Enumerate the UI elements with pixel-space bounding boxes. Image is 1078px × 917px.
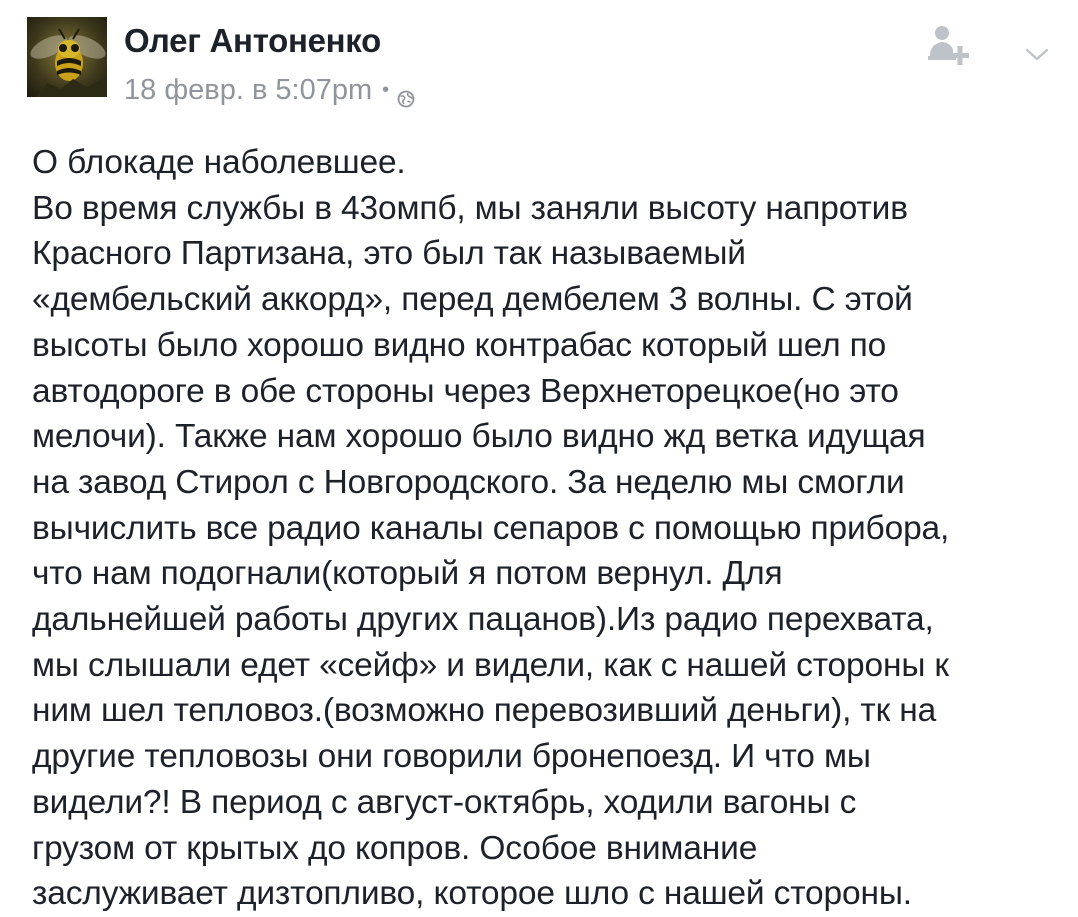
add-friend-button[interactable] — [922, 20, 974, 72]
post-text-line: ним шел тепловоз.(возможно перевозивший … — [32, 692, 937, 730]
post-text-line: Красного Партизана, это был так называем… — [32, 235, 746, 273]
add-friend-icon — [928, 26, 969, 65]
author-name[interactable]: Олег Антоненко — [124, 22, 381, 60]
author-avatar[interactable] — [27, 17, 107, 97]
post-header: Олег Антоненко 18 февр. в 5:07pm • — [0, 0, 1078, 118]
post-text-line: на завод Стирол с Новгородского. За неде… — [32, 463, 905, 501]
post-text-line: автодороге в обе стороны через Верхнетор… — [32, 372, 899, 410]
post-text-line: видели?! В период с август-октябрь, ходи… — [32, 783, 857, 821]
globe-icon[interactable] — [397, 83, 415, 107]
post-text-line: что нам подогнали(который я потом вернул… — [32, 555, 783, 593]
chevron-down-icon — [1025, 48, 1049, 61]
meta-separator: • — [382, 79, 390, 101]
post-text-line: мы слышали едет «сейф» и видели, как с н… — [32, 646, 949, 684]
post-text-line: грузом от крытых до копров. Особое внима… — [32, 829, 758, 867]
post-timestamp[interactable]: 18 февр. в 5:07pm — [124, 74, 372, 107]
post-text-line: «дембельский аккорд», перед дембелем 3 в… — [32, 281, 913, 319]
post-text-line: высоты было хорошо видно контрабас котор… — [32, 326, 887, 364]
post-text-line: Во время службы в 43омпб, мы заняли высо… — [32, 189, 908, 227]
post-meta: 18 февр. в 5:07pm • — [124, 74, 415, 107]
post-text-line: О блокаде наболевшее. — [32, 144, 406, 181]
post-text-line: дальнейшей работы других пацанов).Из рад… — [32, 601, 934, 639]
post-text-line: вычислить все радио каналы сепаров с пом… — [32, 509, 950, 547]
post-text-line: мелочи). Также нам хорошо было видно жд … — [32, 418, 926, 456]
wasp-avatar-icon — [27, 17, 107, 97]
post-menu-button[interactable] — [1020, 40, 1054, 70]
post-text-line: другие тепловозы они говорили бронепоезд… — [32, 738, 871, 776]
post-text-line: заслуживает дизтопливо, которое шло с на… — [32, 875, 912, 913]
post-text: О блокаде наболевшее. Во время службы в … — [32, 140, 1062, 917]
